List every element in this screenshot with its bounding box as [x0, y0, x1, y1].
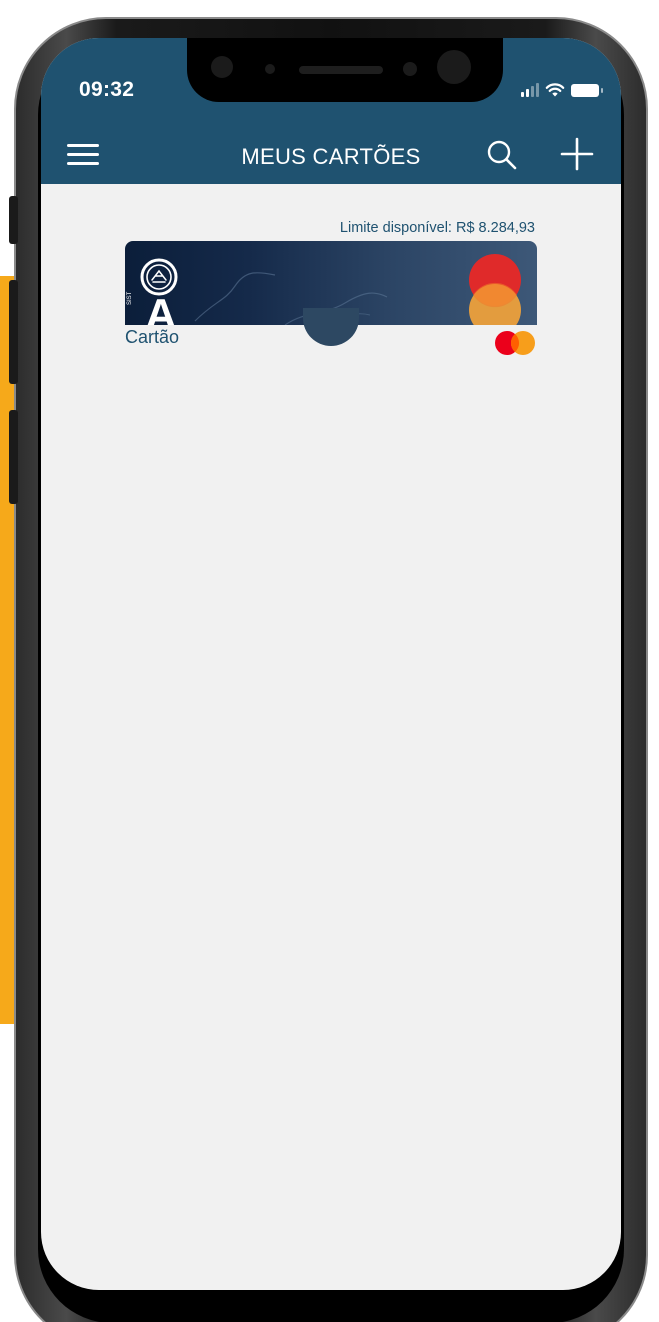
- camera-notch: [187, 38, 503, 102]
- search-icon: [487, 140, 517, 170]
- phone-screen: 09:32 MEUS CARTÕES Limite disponível: R$…: [41, 38, 621, 1290]
- mastercard-small-icon: [495, 331, 535, 355]
- wifi-icon: [545, 83, 565, 97]
- card-brand-letter: A: [145, 290, 177, 326]
- volume-down-button: [9, 410, 18, 504]
- card-label: Cartão: [125, 327, 180, 347]
- cellular-signal-icon: [521, 83, 539, 97]
- card-toggle-tab[interactable]: [303, 308, 359, 346]
- sensor-dot: [211, 56, 233, 78]
- add-card-button[interactable]: [559, 136, 595, 172]
- mockup-stage: 09:32 MEUS CARTÕES Limite disponível: R$…: [0, 0, 659, 1322]
- available-limit: Limite disponível: R$ 8.284,93: [339, 220, 535, 236]
- sensor-dot: [403, 62, 417, 76]
- status-time: 09:32: [79, 78, 135, 101]
- volume-up-button: [9, 280, 18, 384]
- status-bar: 09:32: [41, 38, 621, 126]
- sensor-dot: [265, 64, 275, 74]
- earpiece-speaker: [299, 66, 383, 74]
- app-header: MEUS CARTÕES: [41, 126, 621, 184]
- front-camera: [437, 50, 471, 84]
- page-title: MEUS CARTÕES: [241, 144, 421, 169]
- plus-icon: [560, 137, 594, 171]
- battery-icon: [571, 83, 603, 97]
- mastercard-logo-icon: [469, 254, 521, 325]
- card-side-text: SIST: [127, 291, 133, 305]
- status-icons: [521, 82, 603, 98]
- search-button[interactable]: [485, 138, 519, 172]
- mute-switch: [9, 196, 18, 244]
- side-accent-bar: [0, 276, 14, 1024]
